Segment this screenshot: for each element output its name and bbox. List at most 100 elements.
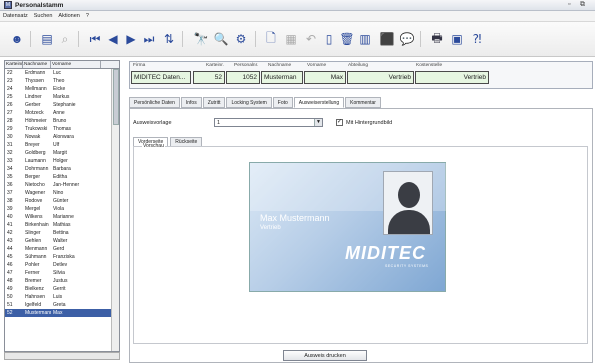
- find-icon[interactable]: 🔭: [192, 30, 210, 48]
- ausweisvorlage-select[interactable]: 1 ▼: [214, 118, 323, 127]
- id-card-preview: Max Mustermann Vertrieb MIDITEC SECURITY…: [249, 162, 447, 292]
- list-item[interactable]: 34 Dohrmann Barbara: [5, 165, 119, 173]
- export-icon[interactable]: ⬛: [378, 30, 396, 48]
- group-icon[interactable]: ☻: [8, 30, 26, 48]
- list-item[interactable]: 38 Rodove Günter: [5, 197, 119, 205]
- tab-locking-system[interactable]: Locking System: [226, 97, 272, 108]
- print-icon[interactable]: 🖶: [428, 30, 446, 48]
- person-silhouette-icon: [398, 182, 420, 208]
- list-scrollbar[interactable]: [111, 69, 119, 351]
- field-vorname: Max: [304, 71, 346, 84]
- list-item[interactable]: 47 Ferner Silvia: [5, 269, 119, 277]
- list-item[interactable]: 45 Sühmann Franziska: [5, 253, 119, 261]
- list-item[interactable]: 33 Laumann Holger: [5, 157, 119, 165]
- tab-infos[interactable]: Infos: [180, 97, 202, 108]
- last-record-icon[interactable]: ⏭: [140, 30, 158, 48]
- delete-record-icon[interactable]: 🗑: [338, 30, 356, 48]
- save-record-icon[interactable]: ▦: [282, 30, 300, 48]
- restore-icon[interactable]: ⧉: [580, 1, 585, 9]
- list-item[interactable]: 24 Mellmann Eicke: [5, 85, 119, 93]
- tab-kommentar[interactable]: Kommentar: [345, 97, 381, 108]
- list-cell-vorname: Bettina: [53, 230, 69, 236]
- find-next-icon[interactable]: 🔍: [212, 30, 230, 48]
- list-item[interactable]: 27 Motzeck Anne: [5, 109, 119, 117]
- hintergrundbild-label: Mit Hintergrundbild: [346, 120, 393, 126]
- list-item[interactable]: 52 Mustermann Max: [5, 309, 119, 317]
- list-item[interactable]: 32 Goldberg Margit: [5, 149, 119, 157]
- list-item[interactable]: 35 Berger Editha: [5, 173, 119, 181]
- list-item[interactable]: 36 Nietocho Jan-Henner: [5, 181, 119, 189]
- list-item[interactable]: 40 Wilkens Marianne: [5, 213, 119, 221]
- list-cell-vorname: Thomas: [53, 126, 72, 132]
- list-cell-vorname: Anne: [53, 110, 65, 116]
- list-item[interactable]: 48 Bremer Justus: [5, 277, 119, 285]
- list-item[interactable]: 28 Höhmeier Bruno: [5, 117, 119, 125]
- list-cell-karteinr: 47: [7, 270, 13, 276]
- list-item[interactable]: 51 Igelfeld Greta: [5, 301, 119, 309]
- list-item[interactable]: 49 Bielkenz Gerrit: [5, 285, 119, 293]
- list-item[interactable]: 23 Thyssen Theo: [5, 77, 119, 85]
- list-cell-vorname: Eicke: [53, 86, 66, 92]
- list-cell-karteinr: 41: [7, 222, 13, 228]
- sort-icon[interactable]: ⇅: [160, 30, 178, 48]
- list-item[interactable]: 41 Birkenhain Mathias: [5, 221, 119, 229]
- column-header-karteinr[interactable]: Karteinr.: [5, 61, 24, 68]
- list-cell-vorname: Günter: [53, 198, 69, 204]
- tab-zutritt[interactable]: Zutritt: [202, 97, 226, 108]
- list-item[interactable]: 46 Pohler Detlev: [5, 261, 119, 269]
- list-item[interactable]: 30 Nowak Alonwara: [5, 133, 119, 141]
- menu-suchen[interactable]: Suchen: [34, 13, 53, 19]
- tab-persoenliche-daten[interactable]: Persönliche Daten: [129, 97, 180, 108]
- horizontal-scrollbar[interactable]: [4, 352, 120, 360]
- list-item[interactable]: 44 Menmann Gerd: [5, 245, 119, 253]
- previous-record-icon[interactable]: ◀: [104, 30, 122, 48]
- copy-record-icon[interactable]: ▯: [320, 30, 338, 48]
- message-icon[interactable]: 💬: [398, 30, 416, 48]
- list-item[interactable]: 42 Slinger Bettina: [5, 229, 119, 237]
- undo-icon[interactable]: ↶: [302, 30, 320, 48]
- list-item[interactable]: 25 Lindner Markus: [5, 93, 119, 101]
- list-cell-nachname: Goldberg: [25, 150, 46, 156]
- column-header-vorname[interactable]: Vorname: [51, 61, 101, 68]
- title-bar: M Personalstamm ▫ ⧉: [0, 0, 595, 11]
- list-cell-nachname: Mergel: [25, 206, 41, 212]
- list-cell-nachname: Nietocho: [25, 182, 45, 188]
- menu-help[interactable]: ?: [86, 13, 89, 19]
- tab-foto[interactable]: Foto: [272, 97, 293, 108]
- column-header-nachname[interactable]: Nachname: [23, 61, 51, 68]
- list-item[interactable]: 39 Mergel Viola: [5, 205, 119, 213]
- field-kostenstelle: Vertrieb: [415, 71, 489, 84]
- list-cell-karteinr: 33: [7, 158, 13, 164]
- first-record-icon[interactable]: ⏮: [86, 30, 104, 48]
- statistics-icon[interactable]: ▥: [356, 30, 374, 48]
- field-nachname: Musterman: [261, 71, 303, 84]
- help-icon[interactable]: ⁈: [468, 30, 486, 48]
- list-item[interactable]: 37 Wagener Nino: [5, 189, 119, 197]
- filter-icon[interactable]: ⚙: [232, 30, 250, 48]
- list-cell-karteinr: 49: [7, 286, 13, 292]
- card-view-icon[interactable]: ▤: [38, 30, 56, 48]
- print-card-button[interactable]: Ausweis drucken: [283, 350, 367, 361]
- list-item[interactable]: 22 Erdmann Luc: [5, 69, 119, 77]
- search-list-icon[interactable]: ⌕: [56, 30, 74, 48]
- list-cell-vorname: Holger: [53, 158, 68, 164]
- chevron-down-icon[interactable]: ▼: [314, 119, 322, 126]
- list-cell-karteinr: 24: [7, 86, 13, 92]
- new-record-icon[interactable]: 🗋: [262, 30, 280, 48]
- scrollbar-thumb[interactable]: [113, 69, 119, 125]
- menu-aktionen[interactable]: Aktionen: [58, 13, 79, 19]
- next-record-icon[interactable]: ▶: [122, 30, 140, 48]
- report-icon[interactable]: ▣: [448, 30, 466, 48]
- hintergrundbild-checkbox[interactable]: ✓: [336, 119, 343, 126]
- list-item[interactable]: 26 Gerber Stephanie: [5, 101, 119, 109]
- list-cell-vorname: Theo: [53, 78, 65, 84]
- list-item[interactable]: 31 Breyer Ulf: [5, 141, 119, 149]
- tab-ausweiserstellung[interactable]: Ausweiserstellung: [293, 97, 345, 108]
- list-item[interactable]: 43 Gehlen Walter: [5, 237, 119, 245]
- menu-datensatz[interactable]: Datensatz: [3, 13, 28, 19]
- minimize-icon[interactable]: ▫: [568, 1, 570, 8]
- list-cell-nachname: Rodove: [25, 198, 43, 204]
- list-item[interactable]: 50 Hahnsen Luis: [5, 293, 119, 301]
- list-cell-karteinr: 25: [7, 94, 13, 100]
- list-item[interactable]: 29 Trukowski Thomas: [5, 125, 119, 133]
